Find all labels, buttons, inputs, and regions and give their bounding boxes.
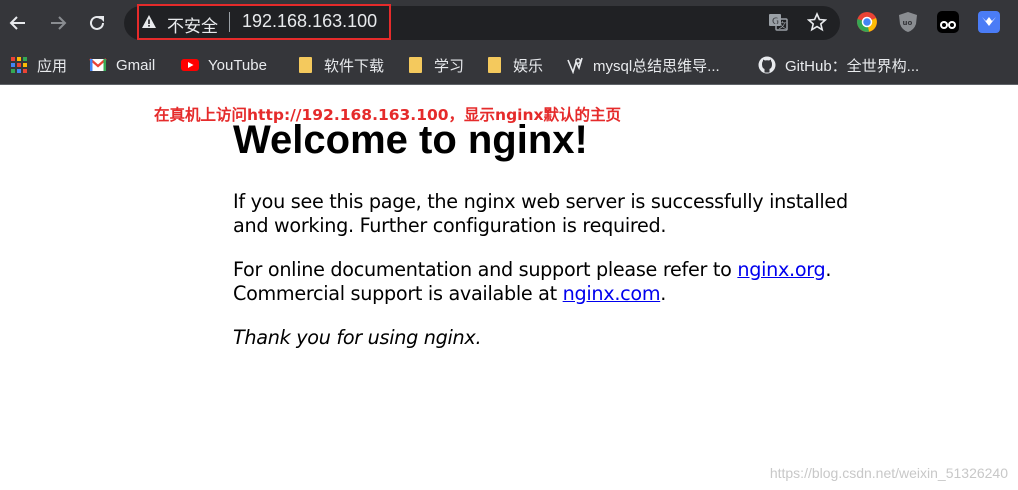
- folder-icon: [297, 56, 315, 74]
- bookmark-folder-study[interactable]: 学习: [407, 55, 464, 75]
- folder-icon: [486, 56, 504, 74]
- youtube-icon: [181, 56, 199, 74]
- punctuation: .: [660, 282, 667, 305]
- site-icon: [566, 56, 584, 75]
- csdn-watermark: https://blog.csdn.net/weixin_51326240: [769, 465, 1008, 481]
- documentation-text: For online documentation and support ple…: [233, 258, 738, 281]
- page-title: Welcome to nginx!: [233, 118, 588, 162]
- bookmark-extension-icon[interactable]: [977, 10, 1001, 34]
- bookmark-apps[interactable]: 应用: [10, 55, 67, 75]
- folder-icon: [407, 56, 425, 74]
- translate-icon[interactable]: G 文: [768, 12, 788, 32]
- punctuation: .: [825, 258, 832, 281]
- bookmark-label: 软件下载: [324, 57, 385, 75]
- documentation-paragraph: For online documentation and support ple…: [233, 258, 873, 306]
- forward-button[interactable]: [45, 10, 71, 36]
- browser-toolbar: 不安全 192.168.163.100 G 文 uo: [0, 0, 1018, 46]
- svg-text:uo: uo: [903, 19, 913, 27]
- bookmark-label: Gmail: [116, 56, 156, 74]
- back-button[interactable]: [5, 10, 31, 36]
- bookmark-folder-software[interactable]: 软件下载: [297, 55, 384, 75]
- gmail-icon: [89, 56, 107, 74]
- install-message: If you see this page, the nginx web serv…: [233, 190, 848, 237]
- thank-you-message: Thank you for using nginx.: [233, 326, 482, 349]
- bookmark-label: YouTube: [208, 56, 267, 74]
- commercial-support-text: Commercial support is available at: [233, 282, 563, 305]
- reload-icon: [90, 15, 104, 30]
- reload-button[interactable]: [84, 10, 110, 36]
- bookmark-mysql[interactable]: mysql总结思维导...: [566, 55, 720, 75]
- bookmarks-bar: 应用 Gmail YouTube 软件下载 学习 娱乐 mysql总结思维导..…: [0, 46, 1018, 85]
- bookmark-github[interactable]: GitHub：全世界构...: [758, 55, 919, 75]
- chrome-color-icon[interactable]: [855, 10, 879, 34]
- bookmark-label: GitHub：全世界构...: [785, 57, 920, 75]
- bookmark-gmail[interactable]: Gmail: [89, 55, 155, 75]
- bookmark-label: 应用: [37, 57, 68, 75]
- bookmark-folder-entertainment[interactable]: 娱乐: [486, 55, 543, 75]
- url-highlight-box: [137, 4, 391, 40]
- github-icon: [758, 56, 776, 74]
- bookmark-youtube[interactable]: YouTube: [181, 55, 267, 75]
- svg-text:文: 文: [779, 20, 787, 30]
- apps-grid-icon: [10, 56, 28, 74]
- arrow-left-icon: [9, 16, 25, 30]
- bookmark-label: mysql总结思维导...: [593, 57, 720, 75]
- tampermonkey-icon[interactable]: [936, 10, 960, 34]
- star-icon[interactable]: [807, 12, 827, 32]
- ublock-icon[interactable]: uo: [896, 10, 920, 34]
- nginx-welcome-page: Welcome to nginx! If you see this page, …: [233, 116, 873, 350]
- arrow-right-icon: [51, 16, 67, 30]
- bookmark-label: 娱乐: [513, 57, 544, 75]
- nginx-com-link[interactable]: nginx.com: [563, 282, 661, 305]
- nginx-org-link[interactable]: nginx.org: [737, 258, 825, 281]
- bookmark-label: 学习: [434, 57, 465, 75]
